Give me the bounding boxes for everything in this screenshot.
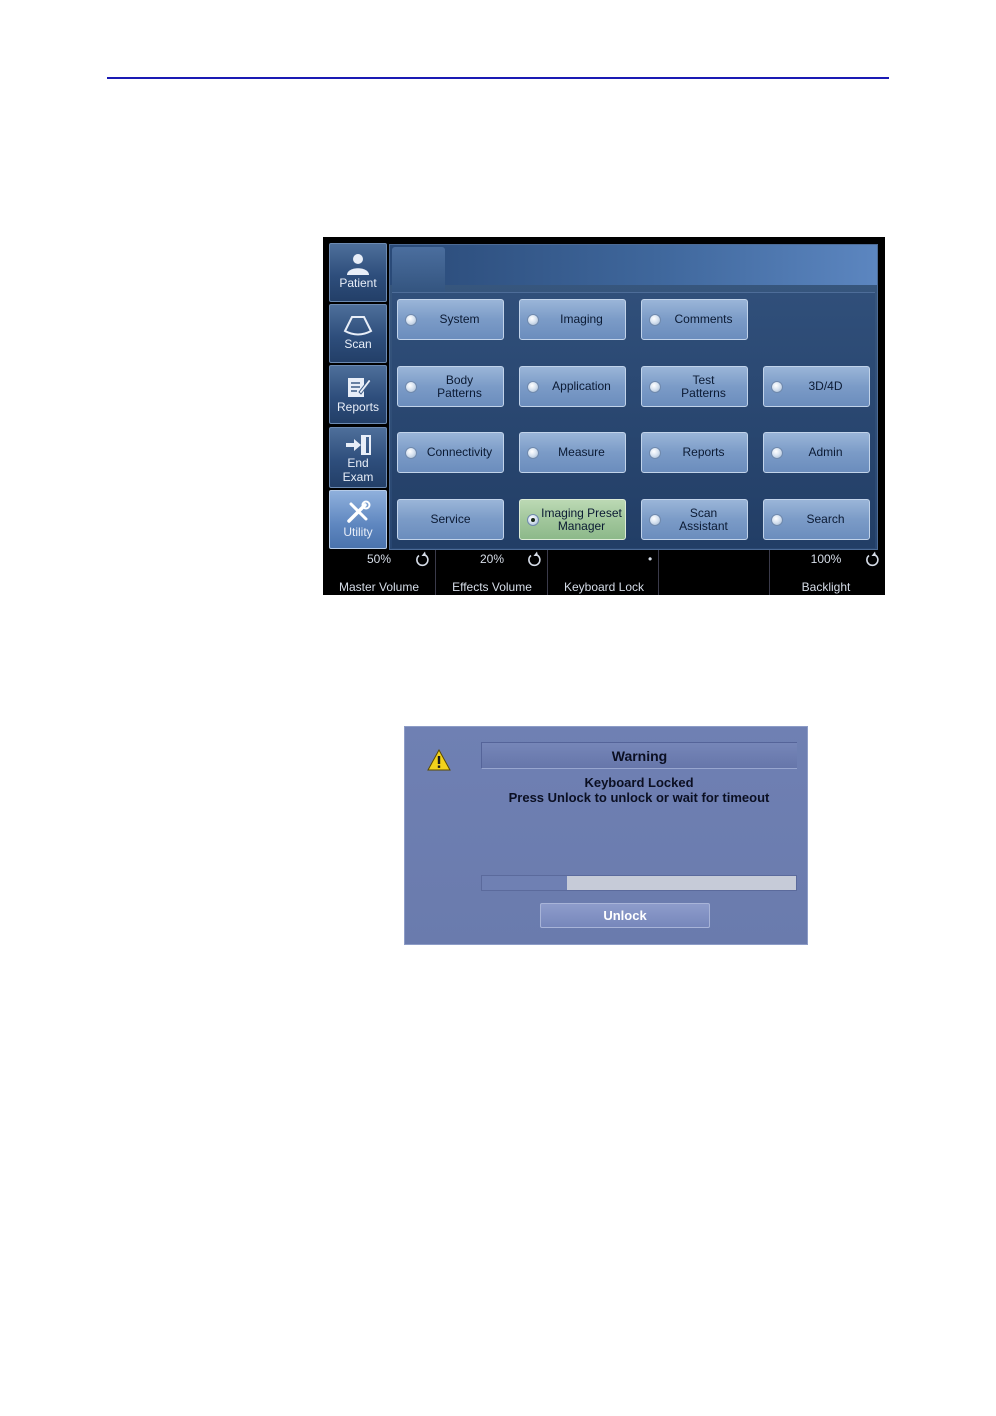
side-tab-patient[interactable]: Patient (329, 243, 387, 302)
patient-icon (347, 254, 369, 275)
body-patterns-button[interactable]: Body Patterns (397, 366, 504, 407)
side-tab-label: Reports (336, 400, 380, 414)
side-tab-label: Utility (343, 525, 373, 539)
end-exam-icon (346, 435, 371, 455)
button-label: Service (430, 512, 471, 526)
indicator-led-icon (527, 514, 539, 526)
button-label: 3D/4D (808, 379, 843, 393)
indicator-led-icon (771, 514, 783, 526)
button-label: Comments (674, 312, 733, 326)
keyboard-lock-indicator: • (648, 552, 653, 566)
rotary-knob-icon (528, 551, 541, 567)
scan-assistant-button[interactable]: Scan Assistant (641, 499, 748, 540)
button-label: Measure (558, 445, 605, 459)
indicator-led-icon (771, 381, 783, 393)
dialog-message-line1: Keyboard Locked (584, 775, 694, 790)
side-tab-utility[interactable]: Utility (329, 490, 387, 549)
warning-icon (427, 749, 451, 771)
button-label: Imaging Preset Manager (541, 505, 622, 533)
dialog-title: Warning (481, 742, 797, 769)
keyboard-lock-control[interactable]: • Keyboard Lock (547, 550, 659, 595)
timeout-progress-fill (482, 876, 567, 890)
page-tab-strip (390, 245, 877, 285)
indicator-led-icon (649, 447, 661, 459)
button-label: System (439, 312, 480, 326)
reports-button[interactable]: Reports (641, 432, 748, 473)
dialog-message: Keyboard Locked Press Unlock to unlock o… (481, 775, 797, 805)
button-label: Body Patterns (437, 372, 482, 400)
status-bar: 50% Master Volume 20% Effects Volume • K… (323, 550, 885, 595)
indicator-led-icon (527, 314, 539, 326)
indicator-led-icon (649, 314, 661, 326)
search-button[interactable]: Search (763, 499, 870, 540)
side-tab-reports[interactable]: Reports (329, 365, 387, 424)
timeout-progress-bar (481, 875, 797, 891)
backlight-control[interactable]: 100% Backlight (769, 550, 885, 595)
button-label: Application (552, 379, 611, 393)
utility-icon (347, 500, 371, 523)
side-tab-label: End Exam (342, 456, 374, 484)
button-label: Scan Assistant (679, 505, 728, 533)
indicator-led-icon (649, 381, 661, 393)
keyboard-lock-label: Keyboard Lock (563, 580, 645, 594)
button-label: Admin (808, 445, 843, 459)
application-button[interactable]: Application (519, 366, 626, 407)
indicator-led-icon (527, 447, 539, 459)
connectivity-button[interactable]: Connectivity (397, 432, 504, 473)
keyboard-locked-dialog: Warning Keyboard Locked Press Unlock to … (404, 726, 808, 945)
indicator-led-icon (405, 381, 417, 393)
indicator-led-icon (527, 381, 539, 393)
rotary-knob-icon (866, 551, 879, 567)
system-button[interactable]: System (397, 299, 504, 340)
3d-4d-button[interactable]: 3D/4D (763, 366, 870, 407)
page-tab-active[interactable] (392, 247, 445, 293)
indicator-led-icon (649, 514, 661, 526)
side-tab-end-exam[interactable]: End Exam (329, 427, 387, 488)
backlight-label: Backlight (801, 580, 851, 594)
side-tab-label: Patient (339, 276, 377, 290)
side-tab-label: Scan (344, 337, 372, 351)
header-rule (107, 77, 889, 79)
master-volume-label: Master Volume (338, 580, 420, 594)
utility-touch-panel: Patient Scan Reports End Exam Utility Sy… (323, 237, 885, 595)
button-label: Search (806, 512, 845, 526)
button-label: Test Patterns (681, 372, 726, 400)
effects-volume-label: Effects Volume (452, 580, 532, 594)
admin-button[interactable]: Admin (763, 432, 870, 473)
indicator-led-icon (405, 447, 417, 459)
reports-icon (348, 378, 372, 397)
side-tab-scan[interactable]: Scan (329, 304, 387, 363)
unlock-button[interactable]: Unlock (540, 903, 710, 928)
master-volume-control[interactable]: 50% Master Volume (323, 550, 435, 595)
service-button[interactable]: Service (397, 499, 504, 540)
button-label: Reports (682, 445, 725, 459)
imaging-button[interactable]: Imaging (519, 299, 626, 340)
empty-status-slot (658, 550, 770, 595)
button-label: Imaging (560, 312, 603, 326)
scan-icon (343, 316, 373, 336)
utility-main-area: System Imaging Comments Body Patterns Ap… (389, 244, 878, 550)
test-patterns-button[interactable]: Test Patterns (641, 366, 748, 407)
button-label: Connectivity (426, 445, 493, 459)
rotary-knob-icon (416, 551, 429, 567)
effects-volume-control[interactable]: 20% Effects Volume (435, 550, 547, 595)
imaging-preset-manager-button[interactable]: Imaging Preset Manager (519, 499, 626, 540)
measure-button[interactable]: Measure (519, 432, 626, 473)
indicator-led-icon (405, 314, 417, 326)
comments-button[interactable]: Comments (641, 299, 748, 340)
indicator-led-icon (771, 447, 783, 459)
dialog-message-line2: Press Unlock to unlock or wait for timeo… (508, 790, 770, 805)
